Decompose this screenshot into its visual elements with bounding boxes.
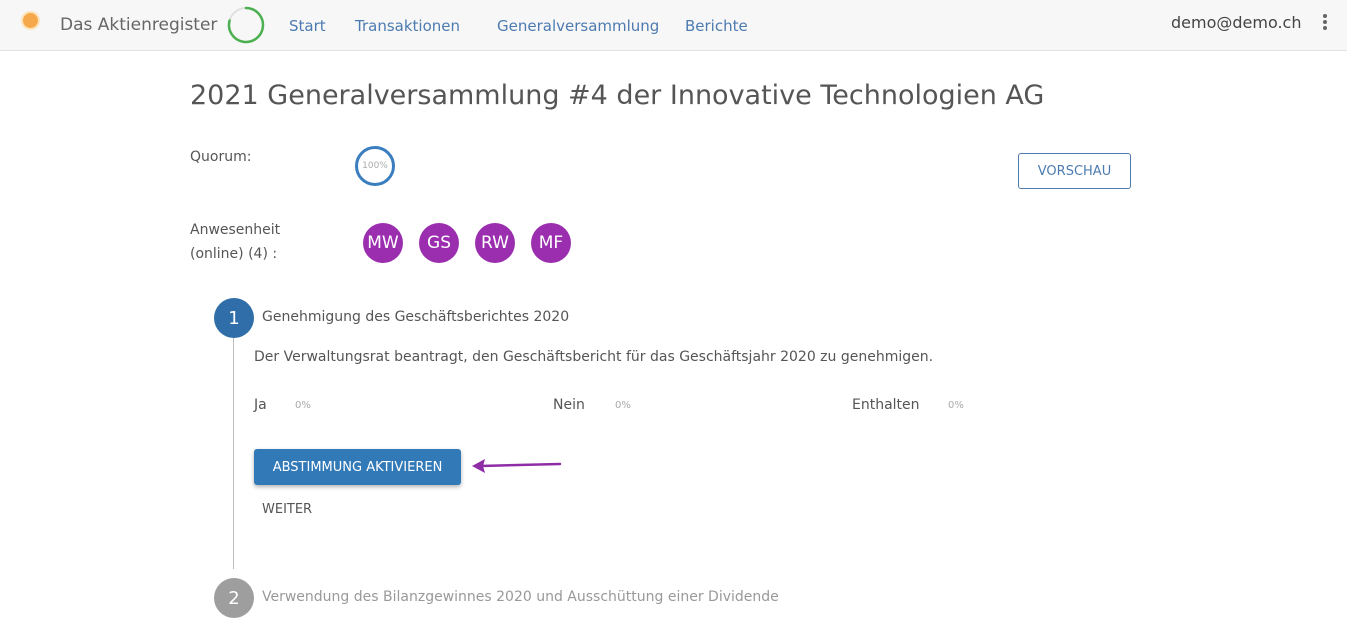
step-1-title[interactable]: Genehmigung des Geschäftsberichtes 2020 [262,309,569,325]
annotation-arrow-icon [472,459,562,473]
page-title: 2021 Generalversammlung #4 der Innovativ… [190,80,1045,111]
step-1-number[interactable]: 1 [214,298,254,338]
attendee-avatars: MW GS RW MF [363,223,587,263]
user-account[interactable]: demo@demo.ch [1171,13,1302,32]
top-navigation-bar: Das Aktienregister Start Transaktionen G… [0,0,1347,51]
nav-generalversammlung[interactable]: Generalversammlung [497,17,659,35]
app-title[interactable]: Das Aktienregister [60,15,217,35]
step-1-description: Der Verwaltungsrat beantragt, den Geschä… [254,349,934,365]
avatar[interactable]: GS [419,223,459,263]
vote-yes-label: Ja [254,397,267,413]
attendance-label: Anwesenheit (online) (4) : [190,218,280,266]
nav-start[interactable]: Start [289,17,326,35]
next-button[interactable]: WEITER [262,502,312,517]
vote-no-percent: 0% [615,400,631,411]
nav-berichte[interactable]: Berichte [685,17,748,35]
stepper-connector-line [233,338,234,569]
nav-transaktionen[interactable]: Transaktionen [355,17,460,35]
attendance-label-line1: Anwesenheit [190,222,281,238]
activate-voting-button[interactable]: ABSTIMMUNG AKTIVIEREN [254,449,461,485]
avatar[interactable]: RW [475,223,515,263]
loading-ring-icon [227,6,265,44]
vote-no-label: Nein [553,397,585,413]
vote-abstain-label: Enthalten [852,397,920,413]
step-2-title[interactable]: Verwendung des Bilanzgewinnes 2020 und A… [262,589,779,605]
quorum-indicator: 100% [355,146,395,186]
quorum-label: Quorum: [190,149,252,165]
avatar[interactable]: MW [363,223,403,263]
sun-logo-icon[interactable] [18,12,42,30]
preview-button[interactable]: VORSCHAU [1018,153,1131,189]
attendance-label-line2: (online) (4) : [190,246,278,262]
avatar[interactable]: MF [531,223,571,263]
step-2-number[interactable]: 2 [214,578,254,618]
vote-abstain-percent: 0% [948,400,964,411]
quorum-value: 100% [362,161,388,171]
kebab-menu-icon[interactable] [1320,14,1330,32]
vote-yes-percent: 0% [295,400,311,411]
